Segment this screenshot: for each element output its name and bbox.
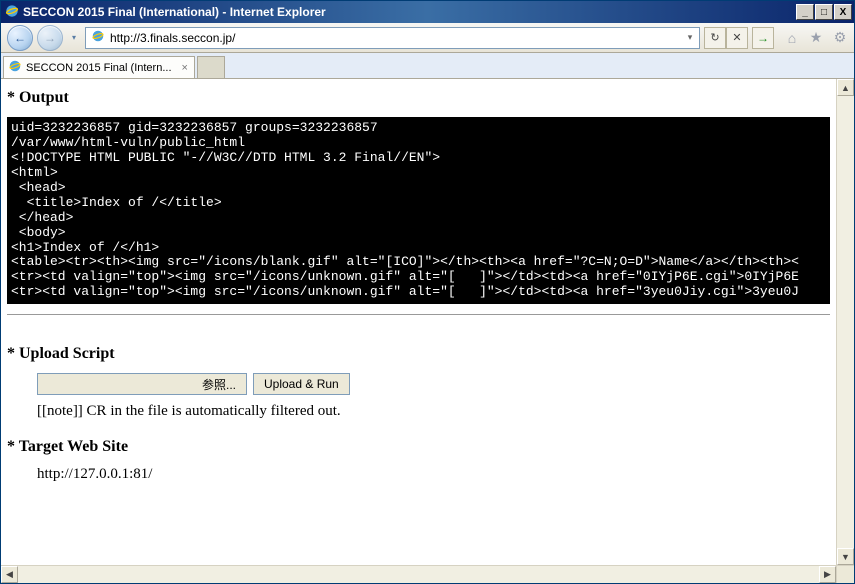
scrollbar-corner [836,566,854,583]
back-button[interactable]: ← [7,25,33,51]
forward-arrow-icon: → [44,31,56,45]
address-bar: ▾ [85,27,700,49]
target-heading: * Target Web Site [7,438,830,456]
upload-note: [[note]] CR in the file is automatically… [37,403,830,420]
title-bar: SECCON 2015 Final (International) - Inte… [1,1,854,23]
minimize-icon: _ [802,7,808,18]
gear-icon: ⚙ [832,30,848,46]
window-title: SECCON 2015 Final (International) - Inte… [23,5,326,19]
chevron-down-icon: ▼ [841,552,850,562]
output-heading: * Output [7,89,830,107]
vertical-scrollbar[interactable]: ▲ ▼ [836,79,854,565]
maximize-button[interactable]: □ [815,4,833,20]
back-arrow-icon: ← [14,31,26,45]
favorites-button[interactable]: ★ [808,30,824,46]
go-button[interactable]: → [752,27,774,49]
nav-history-dropdown[interactable]: ▾ [67,27,81,49]
nav-toolbar: ← → ▾ ▾ ↻ ✕ → ⌂ ★ ⚙ [1,23,854,53]
refresh-button[interactable]: ↻ [704,27,726,49]
app-icon [5,4,19,21]
maximize-icon: □ [821,7,827,18]
close-icon: × [182,62,188,74]
forward-button[interactable]: → [37,25,63,51]
tab-favicon [8,59,22,76]
home-icon: ⌂ [784,30,800,46]
chevron-left-icon: ◀ [6,569,13,580]
star-icon: ★ [808,30,824,46]
tab-close-button[interactable]: × [182,62,188,74]
stop-button[interactable]: ✕ [726,27,748,49]
chevron-right-icon: ▶ [824,569,831,580]
tools-button[interactable]: ⚙ [832,30,848,46]
scroll-right-button[interactable]: ▶ [819,566,836,583]
viewport: * Output uid=3232236857 gid=3232236857 g… [1,79,854,583]
close-button[interactable]: X [834,4,852,20]
divider [7,314,830,315]
browse-button[interactable]: 参照... [194,375,244,393]
horizontal-scrollbar[interactable]: ◀ ▶ [1,565,854,583]
page-favicon [88,29,108,46]
target-url: http://127.0.0.1:81/ [37,466,830,483]
upload-run-button[interactable]: Upload & Run [253,373,350,395]
new-tab-button[interactable] [197,56,225,78]
scroll-up-button[interactable]: ▲ [837,79,854,96]
chevron-down-icon: ▾ [72,33,76,42]
minimize-button[interactable]: _ [796,4,814,20]
url-input[interactable] [108,29,683,47]
scrollbar-track[interactable] [18,566,819,583]
address-dropdown[interactable]: ▾ [683,29,697,47]
chevron-up-icon: ▲ [841,83,850,93]
browser-window: SECCON 2015 Final (International) - Inte… [0,0,855,584]
stop-icon: ✕ [732,31,741,44]
tab-label: SECCON 2015 Final (Intern... [26,62,172,74]
home-button[interactable]: ⌂ [784,30,800,46]
scroll-left-button[interactable]: ◀ [1,566,18,583]
scroll-down-button[interactable]: ▼ [837,548,854,565]
page-content: * Output uid=3232236857 gid=3232236857 g… [1,79,836,565]
upload-heading: * Upload Script [7,345,830,363]
tab-active[interactable]: SECCON 2015 Final (Intern... × [3,56,195,78]
chevron-down-icon: ▾ [688,32,693,43]
go-arrow-icon: → [757,31,769,45]
refresh-icon: ↻ [710,31,719,44]
terminal-output: uid=3232236857 gid=3232236857 groups=323… [7,117,830,304]
tab-strip: SECCON 2015 Final (Intern... × [1,53,854,79]
file-input[interactable]: 参照... [37,373,247,395]
close-icon: X [840,7,847,18]
